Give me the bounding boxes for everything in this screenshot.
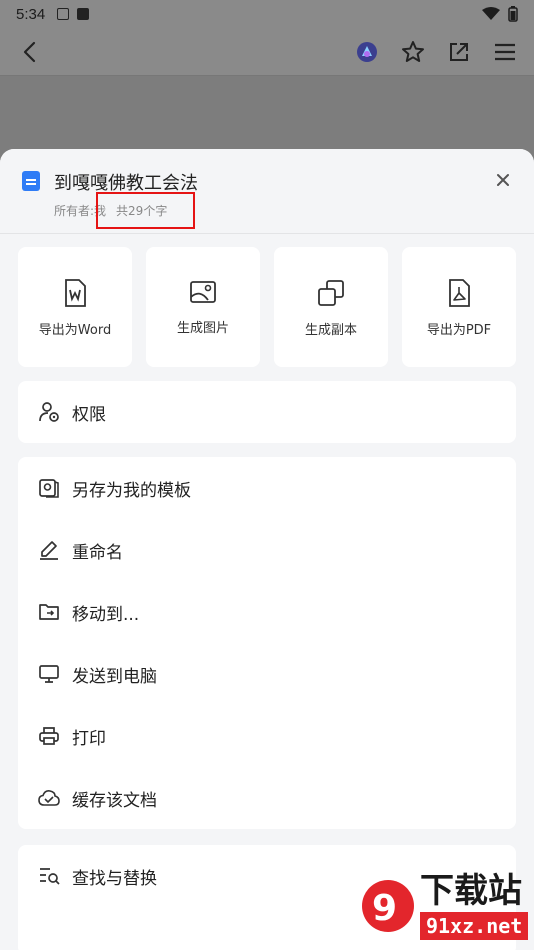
app-notification-icon bbox=[77, 8, 90, 20]
send-to-computer-item[interactable]: 发送到电脑 bbox=[18, 643, 516, 705]
folder-move-icon bbox=[39, 604, 59, 620]
chevron-left-icon bbox=[23, 41, 36, 62]
cloud-check-icon bbox=[38, 790, 60, 806]
close-icon bbox=[497, 174, 509, 186]
export-word-button[interactable]: 导出为Word bbox=[18, 247, 132, 367]
close-button[interactable] bbox=[494, 171, 512, 189]
app-bar bbox=[0, 28, 534, 76]
external-link-icon bbox=[450, 42, 468, 61]
move-to-item[interactable]: 移动到... bbox=[18, 581, 516, 643]
svg-text:9: 9 bbox=[372, 888, 397, 929]
copy-icon bbox=[318, 280, 344, 306]
watermark-brand: 下载站 bbox=[420, 871, 522, 911]
more-options-sheet: 到嘎嘎佛教工会法 所有者:我 共29个字 导出为Word 生成图片 生成副本 导… bbox=[0, 149, 534, 950]
star-icon bbox=[402, 40, 424, 62]
monitor-icon bbox=[39, 665, 59, 683]
favorite-button[interactable] bbox=[400, 39, 426, 65]
ai-assistant-icon bbox=[357, 41, 377, 62]
create-copy-button[interactable]: 生成副本 bbox=[274, 247, 388, 367]
message-icon bbox=[57, 8, 70, 20]
cache-document-item[interactable]: 缓存该文档 bbox=[18, 767, 516, 829]
generate-image-button[interactable]: 生成图片 bbox=[146, 247, 260, 367]
pdf-file-icon bbox=[449, 279, 470, 307]
ai-assistant-button[interactable] bbox=[354, 39, 380, 65]
user-settings-icon bbox=[39, 402, 59, 422]
export-pdf-button[interactable]: 导出为PDF bbox=[402, 247, 516, 367]
word-file-icon bbox=[65, 279, 86, 307]
sheet-header: 到嘎嘎佛教工会法 所有者:我 共29个字 bbox=[0, 149, 534, 234]
rename-item[interactable]: 重命名 bbox=[18, 519, 516, 581]
backdrop[interactable] bbox=[0, 76, 534, 156]
status-bar: 5:34 bbox=[0, 0, 534, 28]
wifi-icon bbox=[482, 7, 500, 20]
share-button[interactable] bbox=[446, 39, 472, 65]
battery-icon bbox=[508, 6, 518, 22]
watermark-domain: 91xz.net bbox=[426, 914, 522, 938]
highlight-box bbox=[96, 192, 195, 229]
quick-actions: 导出为Word 生成图片 生成副本 导出为PDF bbox=[18, 247, 516, 367]
document-icon bbox=[22, 171, 40, 191]
find-replace-icon bbox=[40, 868, 60, 885]
actions-card: 另存为我的模板 重命名 移动到... 发送到电脑 打印 缓存该文档 bbox=[18, 457, 516, 829]
pencil-icon bbox=[40, 541, 58, 560]
save-as-template-item[interactable]: 另存为我的模板 bbox=[18, 457, 516, 519]
printer-icon bbox=[39, 727, 59, 745]
hamburger-icon bbox=[495, 43, 515, 60]
permissions-item[interactable]: 权限 bbox=[18, 381, 516, 443]
menu-button[interactable] bbox=[492, 39, 518, 65]
image-icon bbox=[190, 281, 216, 303]
print-item[interactable]: 打印 bbox=[18, 705, 516, 767]
site-watermark-logo: 9 下载站 91xz.net bbox=[362, 871, 528, 940]
permissions-card: 权限 bbox=[18, 381, 516, 443]
template-icon bbox=[39, 479, 59, 498]
back-button[interactable] bbox=[16, 39, 42, 65]
status-time: 5:34 bbox=[16, 5, 46, 23]
